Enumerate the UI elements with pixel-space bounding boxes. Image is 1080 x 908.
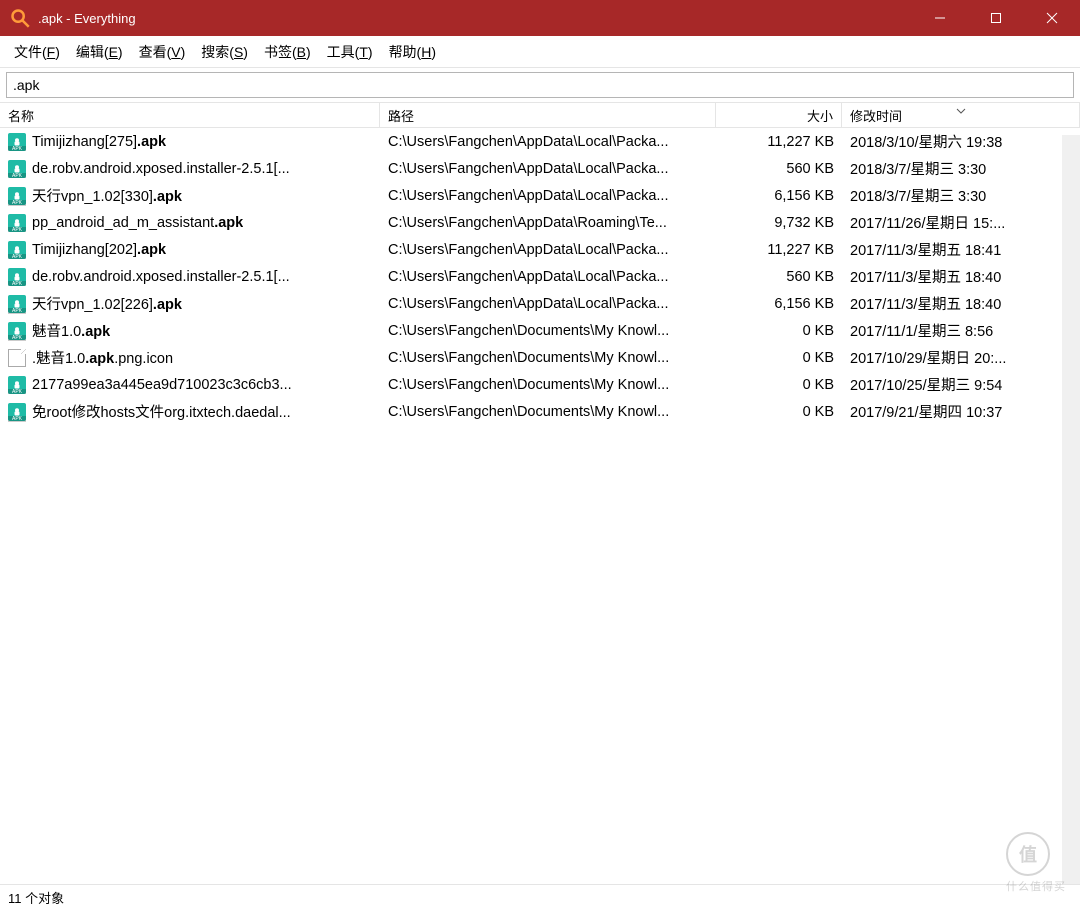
file-date: 2018/3/7/星期三 3:30 [842, 158, 1080, 179]
file-date: 2017/11/3/星期五 18:40 [842, 266, 1080, 287]
maximize-button[interactable] [968, 0, 1024, 36]
apk-file-icon [8, 403, 26, 421]
file-path: C:\Users\Fangchen\Documents\My Knowl... [380, 377, 716, 393]
file-size: 0 KB [716, 323, 842, 339]
file-date: 2018/3/7/星期三 3:30 [842, 185, 1080, 206]
file-name: de.robv.android.xposed.installer-2.5.1[.… [32, 161, 290, 177]
file-size: 11,227 KB [716, 134, 842, 150]
table-row[interactable]: de.robv.android.xposed.installer-2.5.1[.… [0, 155, 1080, 182]
table-row[interactable]: pp_android_ad_m_assistant.apk C:\Users\Fa… [0, 209, 1080, 236]
table-row[interactable]: 魅音1.0.apk C:\Users\Fangchen\Documents\My … [0, 317, 1080, 344]
file-name: Timijizhang[202].apk [32, 242, 166, 258]
file-name: 魅音1.0.apk [32, 320, 110, 341]
file-path: C:\Users\Fangchen\AppData\Roaming\Te... [380, 215, 716, 231]
file-path: C:\Users\Fangchen\AppData\Local\Packa... [380, 269, 716, 285]
apk-file-icon [8, 268, 26, 286]
table-row[interactable]: Timijizhang[202].apk C:\Users\Fangchen\Ap… [0, 236, 1080, 263]
file-name: 2177a99ea3a445ea9d710023c3c6cb3... [32, 377, 292, 393]
column-date[interactable]: 修改时间 [842, 103, 1080, 127]
file-size: 0 KB [716, 350, 842, 366]
file-size: 0 KB [716, 377, 842, 393]
menu-search[interactable]: 搜索(S) [193, 38, 256, 66]
file-name: de.robv.android.xposed.installer-2.5.1[.… [32, 269, 290, 285]
file-path: C:\Users\Fangchen\AppData\Local\Packa... [380, 296, 716, 312]
window-title: .apk - Everything [38, 11, 912, 26]
watermark: 值 什么值得买 [1006, 832, 1066, 894]
file-path: C:\Users\Fangchen\AppData\Local\Packa... [380, 134, 716, 150]
app-search-icon [10, 8, 30, 28]
title-bar: .apk - Everything [0, 0, 1080, 36]
file-size: 6,156 KB [716, 188, 842, 204]
table-row[interactable]: 免root修改hosts文件org.itxtech.daedal... C:\Us… [0, 398, 1080, 425]
file-date: 2017/10/29/星期日 20:... [842, 347, 1080, 368]
menu-bar: 文件(F) 编辑(E) 查看(V) 搜索(S) 书签(B) 工具(T) 帮助(H… [0, 36, 1080, 68]
file-path: C:\Users\Fangchen\Documents\My Knowl... [380, 350, 716, 366]
apk-file-icon [8, 376, 26, 394]
menu-tools[interactable]: 工具(T) [319, 38, 381, 66]
table-row[interactable]: 2177a99ea3a445ea9d710023c3c6cb3... C:\Use… [0, 371, 1080, 398]
file-date: 2017/9/21/星期四 10:37 [842, 401, 1080, 422]
apk-file-icon [8, 241, 26, 259]
table-row[interactable]: Timijizhang[275].apk C:\Users\Fangchen\Ap… [0, 128, 1080, 155]
results-list: Timijizhang[275].apk C:\Users\Fangchen\Ap… [0, 128, 1080, 888]
column-path[interactable]: 路径 [380, 103, 716, 127]
file-name: 免root修改hosts文件org.itxtech.daedal... [32, 401, 291, 422]
menu-bookmarks[interactable]: 书签(B) [256, 38, 319, 66]
vertical-scrollbar[interactable] [1062, 135, 1080, 884]
table-row[interactable]: 天行vpn_1.02[330].apk C:\Users\Fangchen\App… [0, 182, 1080, 209]
file-path: C:\Users\Fangchen\AppData\Local\Packa... [380, 242, 716, 258]
minimize-button[interactable] [912, 0, 968, 36]
file-path: C:\Users\Fangchen\AppData\Local\Packa... [380, 161, 716, 177]
column-headers: 名称 路径 大小 修改时间 [0, 102, 1080, 128]
file-date: 2017/11/26/星期日 15:... [842, 212, 1080, 233]
status-bar: 11 个对象 [0, 884, 1080, 908]
menu-edit[interactable]: 编辑(E) [68, 38, 131, 66]
sort-desc-icon [956, 102, 966, 117]
file-date: 2017/11/1/星期三 8:56 [842, 320, 1080, 341]
file-name: .魅音1.0.apk.png.icon [32, 347, 173, 368]
menu-file[interactable]: 文件(F) [6, 38, 68, 66]
menu-help[interactable]: 帮助(H) [381, 38, 444, 66]
menu-view[interactable]: 查看(V) [131, 38, 194, 66]
file-icon [8, 349, 26, 367]
file-name: pp_android_ad_m_assistant.apk [32, 215, 243, 231]
file-size: 9,732 KB [716, 215, 842, 231]
file-path: C:\Users\Fangchen\Documents\My Knowl... [380, 323, 716, 339]
apk-file-icon [8, 322, 26, 340]
file-name: 天行vpn_1.02[330].apk [32, 185, 182, 206]
column-name[interactable]: 名称 [0, 103, 380, 127]
file-size: 560 KB [716, 269, 842, 285]
apk-file-icon [8, 187, 26, 205]
search-input[interactable] [6, 72, 1074, 98]
table-row[interactable]: de.robv.android.xposed.installer-2.5.1[.… [0, 263, 1080, 290]
apk-file-icon [8, 214, 26, 232]
file-size: 11,227 KB [716, 242, 842, 258]
file-date: 2018/3/10/星期六 19:38 [842, 131, 1080, 152]
file-path: C:\Users\Fangchen\Documents\My Knowl... [380, 404, 716, 420]
file-date: 2017/11/3/星期五 18:40 [842, 293, 1080, 314]
close-button[interactable] [1024, 0, 1080, 36]
apk-file-icon [8, 133, 26, 151]
file-name: Timijizhang[275].apk [32, 134, 166, 150]
apk-file-icon [8, 160, 26, 178]
file-name: 天行vpn_1.02[226].apk [32, 293, 182, 314]
file-size: 560 KB [716, 161, 842, 177]
table-row[interactable]: .魅音1.0.apk.png.icon C:\Users\Fangchen\Doc… [0, 344, 1080, 371]
file-size: 0 KB [716, 404, 842, 420]
column-size[interactable]: 大小 [716, 103, 842, 127]
file-date: 2017/11/3/星期五 18:41 [842, 239, 1080, 260]
file-date: 2017/10/25/星期三 9:54 [842, 374, 1080, 395]
file-size: 6,156 KB [716, 296, 842, 312]
table-row[interactable]: 天行vpn_1.02[226].apk C:\Users\Fangchen\App… [0, 290, 1080, 317]
file-path: C:\Users\Fangchen\AppData\Local\Packa... [380, 188, 716, 204]
apk-file-icon [8, 295, 26, 313]
